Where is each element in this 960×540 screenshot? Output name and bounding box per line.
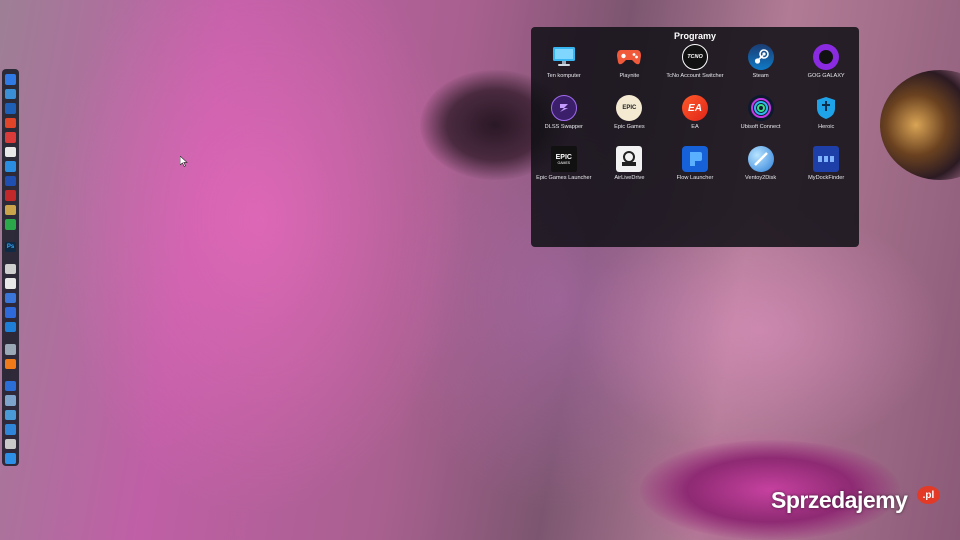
dlss-swapper-icon [550,95,577,121]
globe-icon[interactable] [5,321,16,333]
app-label: Ventoy2Disk [745,175,777,181]
app-tile-ea[interactable]: EA EA [662,95,728,146]
ventoy-icon [747,146,774,172]
app-tile-tcno-account-switcher[interactable]: TCNO TcNo Account Switcher [662,44,728,95]
cast-icon[interactable] [5,409,16,421]
brave-icon[interactable] [5,117,16,129]
ea-icon: EA [681,95,708,121]
mydockfinder-icon [813,146,840,172]
window-icon[interactable] [5,88,16,100]
app-tile-gog-galaxy[interactable]: GOG GALAXY [793,44,859,95]
ea-icon-text: EA [688,102,702,114]
heroic-icon [813,95,839,121]
app-label: Heroic [818,124,835,130]
drive-icon[interactable] [5,438,16,450]
app-tile-flow-launcher[interactable]: Flow Launcher [662,146,728,197]
lock-icon[interactable] [5,219,16,230]
photoshop-icon[interactable]: Ps [5,241,16,253]
app-label: DLSS Swapper [544,124,583,130]
paste-icon[interactable] [5,395,16,406]
app-label: Ten komputer [546,73,581,79]
app-tile-mydockfinder[interactable]: MyDockFinder [793,146,859,197]
airlivedrive-icon [616,146,643,172]
watermark-text: Sprzedajemy [771,487,908,513]
app-label: Ubisoft Connect [740,124,781,130]
programs-panel: Programy Ten komputer Playnite TCNO TcNo… [531,27,859,247]
app-label: GOG GALAXY [807,73,845,79]
app-tile-playnite[interactable]: Playnite [597,44,663,95]
terminal-icon[interactable] [5,344,16,355]
tool-icon[interactable] [5,263,16,275]
nord-icon[interactable] [5,292,16,304]
app-tile-steam[interactable]: Steam [728,44,794,95]
wallpaper-right-eye [880,70,960,180]
app-label: Steam [752,73,769,79]
download-icon[interactable] [5,453,16,464]
cross-icon[interactable] [5,307,16,318]
shield-icon[interactable] [5,175,16,187]
epic-launcher-icon-subtext: GAMES [557,160,571,165]
app-tile-dlss-swapper[interactable]: DLSS Swapper [531,95,597,146]
finder-icon[interactable] [5,74,16,85]
red-app-icon[interactable] [5,190,16,201]
epic-icon-text: EPIC [622,105,637,111]
app-label: Epic Games [614,124,645,130]
app-grid: Ten komputer Playnite TCNO TcNo Account … [531,44,859,197]
watermark-badge: .pl [917,486,940,504]
settings-icon[interactable] [5,161,16,172]
app-tile-epic-games[interactable]: EPIC Epic Games [597,95,663,146]
app-label: EA [691,124,699,130]
app-tile-ubisoft-connect[interactable]: Ubisoft Connect [728,95,794,146]
steam-icon [747,44,774,70]
app-tile-epic-games-launcher[interactable]: EPIC GAMES Epic Games Launcher [531,146,597,197]
tcno-icon: TCNO [681,44,708,70]
vivaldi-icon[interactable] [5,132,16,143]
monitor-icon [551,44,577,70]
tcno-icon-text: TCNO [687,54,703,60]
app-tile-ten-komputer[interactable]: Ten komputer [531,44,597,95]
mouse-cursor-icon [179,154,188,172]
gog-galaxy-icon [813,44,840,70]
notes-icon[interactable] [5,146,16,158]
ubisoft-icon [747,95,774,121]
panel-title: Programy [673,31,717,41]
image-icon[interactable] [5,204,16,216]
app-label: AirLiveDrive [614,175,645,181]
app-label: Epic Games Launcher [536,175,592,181]
app-tile-ventoy2disk[interactable]: Ventoy2Disk [728,146,794,197]
app-tile-heroic[interactable]: Heroic [793,95,859,146]
epic-games-launcher-icon: EPIC GAMES [550,146,577,172]
flow-launcher-icon [681,146,708,172]
browser-icon[interactable] [5,358,16,370]
left-dock: Ps [2,69,19,466]
box-icon[interactable] [5,424,16,435]
app-label: TcNo Account Switcher [666,73,724,79]
rocket-icon[interactable] [5,103,16,114]
epic-launcher-icon-text: EPIC [555,153,572,161]
app-tile-airlivedrive[interactable]: AirLiveDrive [597,146,663,197]
steam-dock-icon[interactable] [5,278,16,289]
app-label: Playnite [619,73,640,79]
epic-games-icon: EPIC [616,95,643,121]
app-label: MyDockFinder [808,175,845,181]
app-label: Flow Launcher [676,175,714,181]
gamepad-icon [616,44,642,70]
edit-icon[interactable] [5,380,16,392]
